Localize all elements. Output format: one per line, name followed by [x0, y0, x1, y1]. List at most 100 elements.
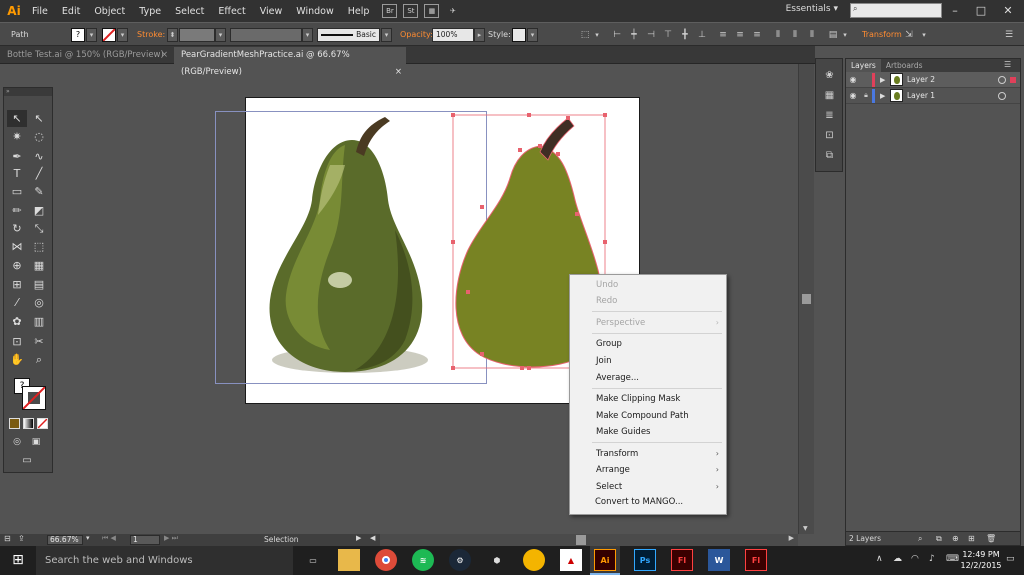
notifications-icon[interactable]: ▭ — [1006, 554, 1015, 564]
menu-item-average[interactable]: Average... — [570, 370, 726, 386]
layer-row[interactable]: ◉ ▶ Layer 2 — [846, 72, 1020, 88]
volume-icon[interactable]: ♪ — [929, 554, 935, 564]
keyboard-icon[interactable]: ⌨ — [946, 554, 959, 564]
horizontal-scroll-thumb[interactable] — [576, 535, 586, 545]
onedrive-icon[interactable]: ☁ — [893, 554, 902, 564]
new-layer-icon[interactable]: ⊞ — [968, 532, 975, 545]
raster-pear-image[interactable] — [269, 117, 428, 373]
next-artboard-icon[interactable]: ▶ ⏭ — [164, 534, 178, 543]
lock-icon[interactable]: 🔒︎ — [860, 91, 872, 100]
appearance-icon[interactable]: ⧉ — [822, 149, 837, 162]
steam-icon[interactable]: ⚙ — [449, 549, 471, 571]
menu-separator — [592, 311, 722, 312]
file-explorer-icon[interactable] — [338, 549, 360, 571]
delete-layer-icon[interactable]: 🗑︎ — [986, 532, 996, 545]
menu-item-join[interactable]: Join — [570, 353, 726, 369]
layers-panel-menu-icon[interactable]: ☰ — [1004, 60, 1011, 69]
share-icon[interactable]: ⇪ — [18, 534, 25, 543]
color-guide-icon[interactable]: ❀ — [822, 69, 837, 82]
menu-item-undo[interactable]: Undo — [570, 277, 726, 293]
clipping-mask-icon[interactable]: ⧉ — [936, 532, 942, 545]
menu-item-label: Join — [596, 356, 612, 366]
tab-layers[interactable]: Layers — [846, 59, 881, 72]
menu-item-arrange[interactable]: Arrange › — [570, 462, 726, 478]
menu-item-perspective[interactable]: Perspective › — [570, 315, 726, 331]
transform-link[interactable]: Transform — [862, 30, 902, 39]
menu-item-label: Arrange — [596, 465, 630, 475]
menu-item-make-guides[interactable]: Make Guides — [570, 424, 726, 440]
menu-item-select[interactable]: Select › — [570, 479, 726, 495]
transparency-icon[interactable]: ⊡ — [822, 129, 837, 142]
menu-item-label: Transform — [596, 449, 639, 459]
scroll-left-arrow[interactable]: ◀ — [370, 534, 375, 542]
spotify-icon[interactable]: ≋ — [412, 549, 434, 571]
help-search-input[interactable]: ⌕ — [850, 3, 942, 18]
tab-artboards[interactable]: Artboards — [881, 59, 928, 72]
zoom-dropdown[interactable]: ▾ — [86, 534, 90, 542]
taskbar-search-box[interactable]: Search the web and Windows — [36, 546, 293, 575]
menu-item-transform[interactable]: Transform › — [570, 446, 726, 462]
menu-item-make-clipping-mask[interactable]: Make Clipping Mask — [570, 391, 726, 407]
flash-taskbar-icon[interactable]: Fl — [671, 549, 693, 571]
stroke-panel-icon[interactable]: ≣ — [822, 109, 837, 122]
locate-object-icon[interactable]: ⌕ — [918, 532, 922, 545]
isolate-selected-icon[interactable]: ⇲ — [902, 28, 916, 42]
first-artboard-icon[interactable]: ⏮ ◀ — [102, 534, 116, 543]
windows-start-icon[interactable]: ⊞ — [0, 546, 36, 575]
task-view-icon[interactable]: ▭ — [302, 549, 324, 571]
menu-item-label: Average... — [596, 373, 640, 383]
app-icon[interactable]: ⬢ — [486, 549, 508, 571]
panel-dock: ❀ ▦ ≣ ⊡ ⧉ — [815, 58, 843, 172]
new-sublayer-icon[interactable]: ⊕ — [952, 532, 959, 545]
close-window-button[interactable]: ✕ — [995, 2, 1021, 19]
artboard-number-field[interactable]: 1 — [130, 535, 160, 545]
layer-color-strip — [872, 72, 875, 87]
menu-item-convert-to-mango[interactable]: Convert to MANGO... — [570, 494, 726, 510]
illustrator-taskbar-icon[interactable]: Ai — [594, 549, 616, 571]
menu-item-group[interactable]: Group — [570, 336, 726, 352]
control-panel-menu-icon[interactable]: ☰ — [1002, 28, 1016, 42]
scroll-down-arrow[interactable]: ▼ — [803, 525, 808, 532]
layer-name[interactable]: Layer 2 — [907, 75, 998, 84]
visibility-eye-icon[interactable]: ◉ — [846, 75, 860, 84]
new-document-icon[interactable]: ⊟ — [4, 534, 11, 543]
windows-taskbar: ⊞ Search the web and Windows ▭ ≋ ⚙ ⬢ ▲ A… — [0, 546, 1024, 575]
status-menu-arrow[interactable]: ▶ — [356, 534, 361, 542]
chrome-canary-icon[interactable] — [523, 549, 545, 571]
layer-target-icon[interactable] — [998, 91, 1006, 100]
menu-item-redo[interactable]: Redo — [570, 293, 726, 309]
expand-triangle-icon[interactable]: ▶ — [880, 92, 890, 100]
expand-triangle-icon[interactable]: ▶ — [880, 76, 890, 84]
word-taskbar-icon[interactable]: W — [708, 549, 730, 571]
menu-item-make-compound-path[interactable]: Make Compound Path — [570, 408, 726, 424]
layer-row[interactable]: ◉ 🔒︎ ▶ Layer 1 — [846, 88, 1020, 104]
swatches-icon[interactable]: ▦ — [822, 89, 837, 102]
illustrator-window: Ai File Edit Object Type Select Effect V… — [0, 0, 1024, 575]
align-to-dropdown[interactable]: ▾ — [838, 28, 852, 42]
flash-taskbar-icon-2[interactable]: Fl — [745, 549, 767, 571]
taskbar-clock[interactable]: 12:49 PM 12/2/2015 — [960, 549, 1002, 571]
layer-target-icon[interactable] — [998, 75, 1006, 84]
visibility-eye-icon[interactable]: ◉ — [846, 91, 860, 100]
acrobat-icon[interactable]: ▲ — [560, 549, 582, 571]
minimize-button[interactable]: – — [942, 2, 968, 19]
wifi-icon[interactable]: ◠ — [911, 554, 919, 564]
chrome-icon[interactable] — [375, 549, 397, 571]
isolate-dropdown[interactable]: ▾ — [917, 28, 931, 42]
vertical-scroll-thumb[interactable] — [802, 294, 811, 304]
scroll-right-arrow[interactable]: ▶ — [789, 534, 794, 542]
layer-name[interactable]: Layer 1 — [907, 91, 998, 100]
horizontal-scrollbar[interactable]: ▶ — [380, 534, 798, 546]
photoshop-taskbar-icon[interactable]: Ps — [634, 549, 656, 571]
zoom-field[interactable]: 66.67% — [47, 535, 83, 545]
layer-thumbnail — [890, 73, 903, 86]
menu-item-label: Make Guides — [596, 427, 651, 437]
selection-indicator[interactable] — [1010, 76, 1016, 83]
vertical-scrollbar[interactable]: ▼ — [798, 64, 814, 534]
distribute-right-icon[interactable]: ⦀ — [805, 28, 819, 42]
menu-separator — [592, 388, 722, 389]
maximize-button[interactable]: □ — [968, 2, 994, 19]
layers-panel: Layers Artboards ◉ ▶ Layer 2 ◉ 🔒︎ ▶ Laye… — [845, 58, 1021, 546]
show-hidden-icons-icon[interactable]: ∧ — [876, 554, 883, 564]
clock-date: 12/2/2015 — [960, 561, 1002, 570]
